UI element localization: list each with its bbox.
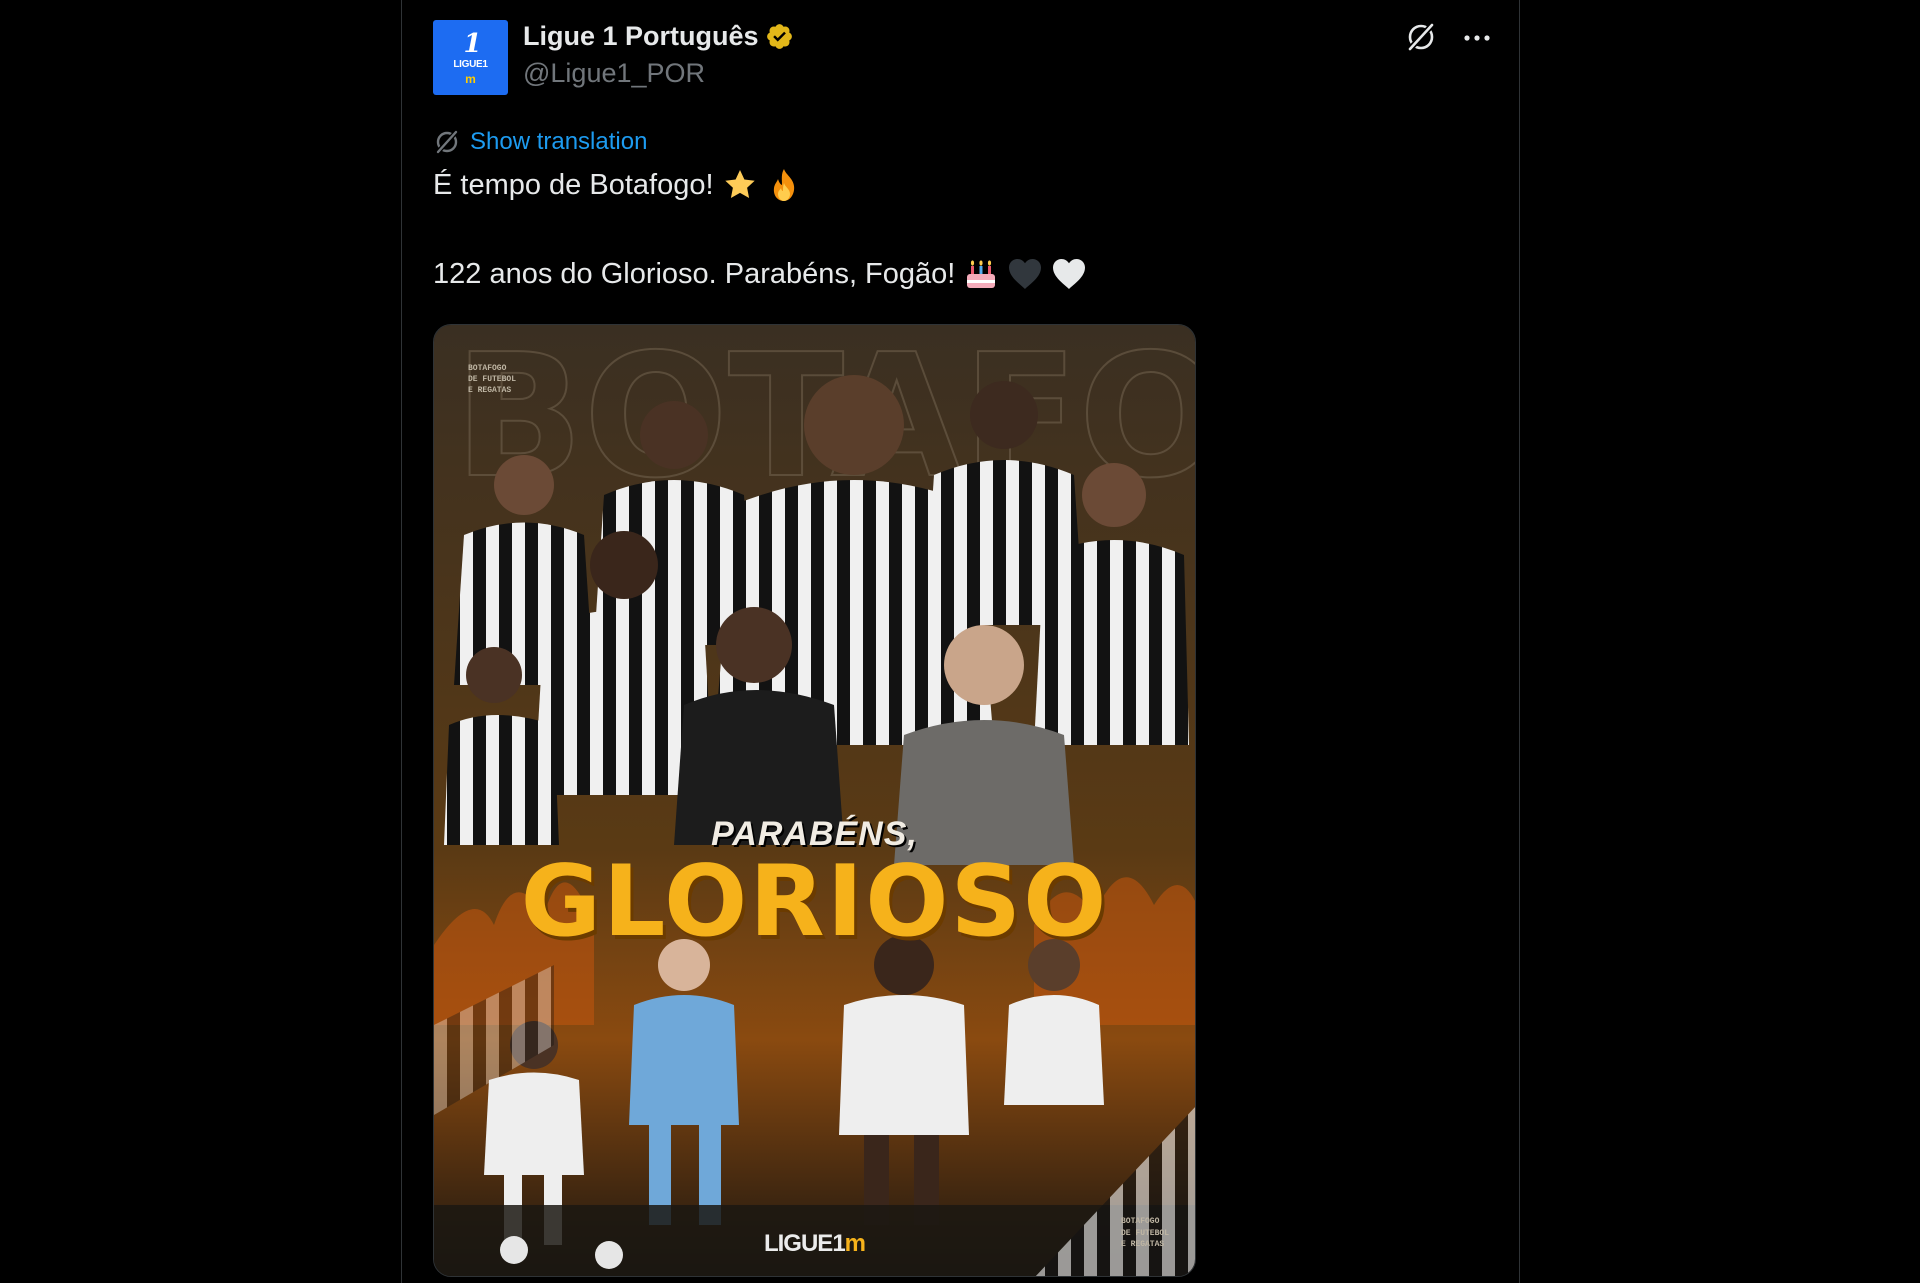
verified-badge-icon xyxy=(766,24,792,49)
tweet-media-image[interactable]: BOTAFOGO DE FUTEBOL E REGATAS BOTAFOGO D… xyxy=(433,324,1196,1277)
grok-icon[interactable] xyxy=(1404,20,1438,54)
tweet-column: 1 LIGUE1 m Ligue 1 Português @Ligue1_POR… xyxy=(401,0,1520,1283)
avatar[interactable]: 1 LIGUE1 m xyxy=(433,20,508,95)
avatar-text: LIGUE1 xyxy=(453,58,488,70)
tweet-text-line-2: 122 anos do Glorioso. Parabéns, Fogão! xyxy=(433,256,1087,292)
tweet-text-2: 122 anos do Glorioso. Parabéns, Fogão! xyxy=(433,257,956,290)
poster-illustration: BOTAFOG xyxy=(434,325,1195,1276)
account-handle[interactable]: @Ligue1_POR xyxy=(523,58,705,89)
birthday-cake-icon xyxy=(967,260,996,288)
poster-mcdonalds-icon: m xyxy=(844,1230,866,1257)
show-translation-link[interactable]: Show translation xyxy=(433,128,647,156)
poster-club-text-top: BOTAFOGO DE FUTEBOL E REGATAS xyxy=(468,364,517,396)
translate-icon xyxy=(435,129,459,155)
poster-logo-text: LIGUE xyxy=(763,1230,833,1257)
ligue1-poster-logo: LIGUE1m xyxy=(434,1230,1195,1258)
show-translation-label[interactable]: Show translation xyxy=(470,128,647,156)
black-heart-icon xyxy=(1009,259,1042,289)
tweet-text-line-1: É tempo de Botafogo! xyxy=(433,167,802,203)
mcdonalds-arches-icon: m xyxy=(465,71,476,86)
tweet-text-1: É tempo de Botafogo! xyxy=(433,168,714,201)
ligue1-logo-mark: 1 xyxy=(463,28,481,59)
fire-icon xyxy=(773,169,794,201)
display-name[interactable]: Ligue 1 Português xyxy=(523,21,759,52)
white-heart-icon xyxy=(1053,259,1086,289)
account-name-row[interactable]: Ligue 1 Português xyxy=(523,21,794,52)
poster-logo-mark: 1 xyxy=(832,1230,845,1257)
star-icon xyxy=(724,170,755,198)
poster-title: GLORIOSO xyxy=(520,845,1109,959)
more-horizontal-icon[interactable] xyxy=(1460,26,1494,50)
